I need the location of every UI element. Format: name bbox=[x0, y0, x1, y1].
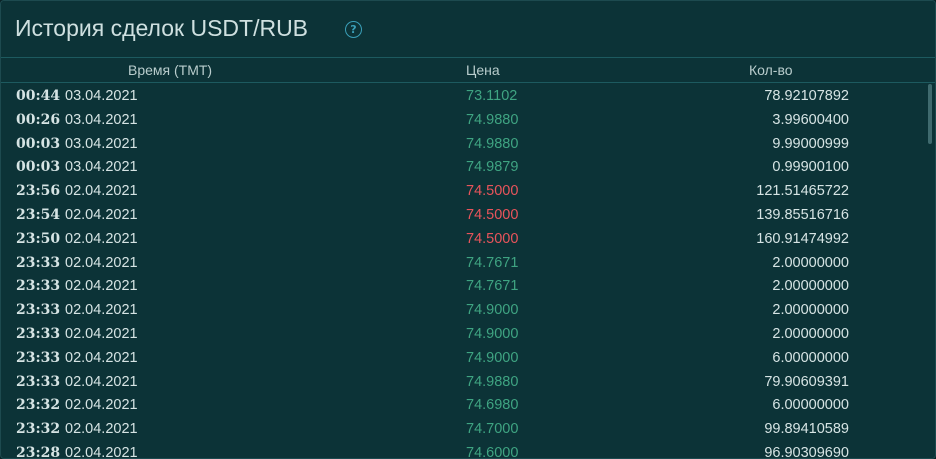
table-row: 23:32 02.04.2021 74.7000 99.89410589 bbox=[1, 417, 927, 441]
trade-price: 74.7671 bbox=[466, 278, 519, 295]
trade-price: 74.9000 bbox=[466, 326, 519, 342]
trade-list[interactable]: 00:44 03.04.2021 73.1102 78.92107892 00:26 03… bbox=[1, 84, 927, 459]
trade-price: 74.9879 bbox=[466, 159, 519, 176]
table-row: 23:32 02.04.2021 74.6980 6.00000000 bbox=[1, 393, 927, 417]
table-row: 23:56 02.04.2021 74.5000 121.51465722 bbox=[1, 179, 927, 203]
trade-price: 74.6000 bbox=[466, 445, 519, 459]
trade-date: 02.04.2021 bbox=[65, 421, 138, 438]
trade-qty: 2.00000000 bbox=[772, 326, 849, 342]
trade-qty: 121.51465722 bbox=[756, 183, 849, 200]
table-row: 23:33 02.04.2021 74.9000 6.00000000 bbox=[1, 346, 927, 370]
trade-qty: 0.99900100 bbox=[772, 159, 849, 176]
trade-time: 00:03 bbox=[16, 135, 61, 152]
trade-date: 03.04.2021 bbox=[65, 159, 138, 176]
trade-date: 02.04.2021 bbox=[65, 445, 138, 459]
help-icon[interactable]: ? bbox=[345, 21, 362, 38]
trade-date: 02.04.2021 bbox=[65, 207, 138, 223]
trade-qty: 79.90609391 bbox=[764, 373, 849, 390]
column-header-qty: Кол-во bbox=[749, 62, 793, 78]
trade-qty: 6.00000000 bbox=[772, 397, 849, 414]
trade-qty: 3.99600400 bbox=[772, 111, 849, 128]
trade-time: 23:32 bbox=[16, 421, 61, 438]
trade-date: 02.04.2021 bbox=[65, 326, 138, 342]
trade-qty: 139.85516716 bbox=[756, 207, 849, 223]
trade-time: 23:33 bbox=[16, 373, 61, 390]
table-row: 23:33 02.04.2021 74.9000 2.00000000 bbox=[1, 298, 927, 322]
trade-price: 74.6980 bbox=[466, 397, 519, 414]
trade-date: 02.04.2021 bbox=[65, 373, 138, 390]
table-header: Время (ТМТ) Цена Кол-во bbox=[1, 58, 935, 83]
table-row: 23:33 02.04.2021 74.7671 2.00000000 bbox=[1, 251, 927, 275]
page-title: История сделок USDT/RUB bbox=[15, 15, 309, 41]
trade-price: 74.7000 bbox=[466, 421, 519, 438]
trade-qty: 2.00000000 bbox=[772, 302, 849, 319]
trade-time: 23:50 bbox=[16, 230, 61, 247]
trade-qty: 2.00000000 bbox=[772, 278, 849, 295]
trade-price: 74.9000 bbox=[466, 349, 519, 366]
trade-price: 74.5000 bbox=[466, 183, 519, 200]
trade-time: 00:03 bbox=[16, 159, 61, 176]
trade-time: 00:44 bbox=[16, 88, 61, 104]
scrollbar-thumb[interactable] bbox=[928, 84, 932, 144]
trade-date: 02.04.2021 bbox=[65, 278, 138, 295]
trade-price: 74.7671 bbox=[466, 254, 519, 271]
table-row: 23:54 02.04.2021 74.5000 139.85516716 bbox=[1, 203, 927, 227]
table-row: 23:33 02.04.2021 74.9880 79.90609391 bbox=[1, 370, 927, 394]
table-row: 23:28 02.04.2021 74.6000 96.90309690 bbox=[1, 441, 927, 459]
table-row: 23:33 02.04.2021 74.9000 2.00000000 bbox=[1, 322, 927, 346]
trade-time: 23:32 bbox=[16, 397, 61, 414]
trade-time: 00:26 bbox=[16, 111, 61, 128]
trade-date: 02.04.2021 bbox=[65, 183, 138, 200]
trade-price: 74.5000 bbox=[466, 230, 519, 247]
trade-qty: 9.99000999 bbox=[772, 135, 849, 152]
trade-date: 03.04.2021 bbox=[65, 88, 138, 104]
trade-price: 74.9880 bbox=[466, 373, 519, 390]
scrollbar[interactable] bbox=[927, 84, 933, 458]
trade-time: 23:28 bbox=[16, 445, 61, 459]
trade-date: 03.04.2021 bbox=[65, 135, 138, 152]
trade-qty: 78.92107892 bbox=[764, 88, 849, 104]
trade-time: 23:56 bbox=[16, 183, 61, 200]
table-row: 23:50 02.04.2021 74.5000 160.91474992 bbox=[1, 227, 927, 251]
trade-price: 74.9000 bbox=[466, 302, 519, 319]
trade-price: 74.9880 bbox=[466, 111, 519, 128]
trade-time: 23:33 bbox=[16, 254, 61, 271]
table-row: 00:03 03.04.2021 74.9879 0.99900100 bbox=[1, 155, 927, 179]
trade-history-panel: История сделок USDT/RUB ? Время (ТМТ) Це… bbox=[0, 0, 936, 459]
trade-qty: 2.00000000 bbox=[772, 254, 849, 271]
table-row: 00:03 03.04.2021 74.9880 9.99000999 bbox=[1, 132, 927, 156]
trade-time: 23:33 bbox=[16, 302, 61, 319]
trade-time: 23:54 bbox=[16, 207, 61, 223]
trade-time: 23:33 bbox=[16, 278, 61, 295]
trade-date: 02.04.2021 bbox=[65, 302, 138, 319]
table-row: 23:33 02.04.2021 74.7671 2.00000000 bbox=[1, 274, 927, 298]
column-header-time: Время (ТМТ) bbox=[128, 62, 213, 78]
trade-price: 74.9880 bbox=[466, 135, 519, 152]
trade-date: 02.04.2021 bbox=[65, 397, 138, 414]
trade-price: 74.5000 bbox=[466, 207, 519, 223]
trade-qty: 160.91474992 bbox=[756, 230, 849, 247]
table-row: 00:44 03.04.2021 73.1102 78.92107892 bbox=[1, 84, 927, 108]
trade-qty: 6.00000000 bbox=[772, 349, 849, 366]
trade-date: 02.04.2021 bbox=[65, 349, 138, 366]
panel-header: История сделок USDT/RUB ? bbox=[1, 1, 935, 58]
trade-date: 02.04.2021 bbox=[65, 254, 138, 271]
trade-date: 03.04.2021 bbox=[65, 111, 138, 128]
column-header-price: Цена bbox=[466, 62, 500, 78]
trade-time: 23:33 bbox=[16, 326, 61, 342]
trade-date: 02.04.2021 bbox=[65, 230, 138, 247]
trade-price: 73.1102 bbox=[466, 88, 518, 104]
trade-time: 23:33 bbox=[16, 349, 61, 366]
trade-qty: 99.89410589 bbox=[764, 421, 849, 438]
table-row: 00:26 03.04.2021 74.9880 3.99600400 bbox=[1, 108, 927, 132]
trade-qty: 96.90309690 bbox=[764, 445, 849, 459]
